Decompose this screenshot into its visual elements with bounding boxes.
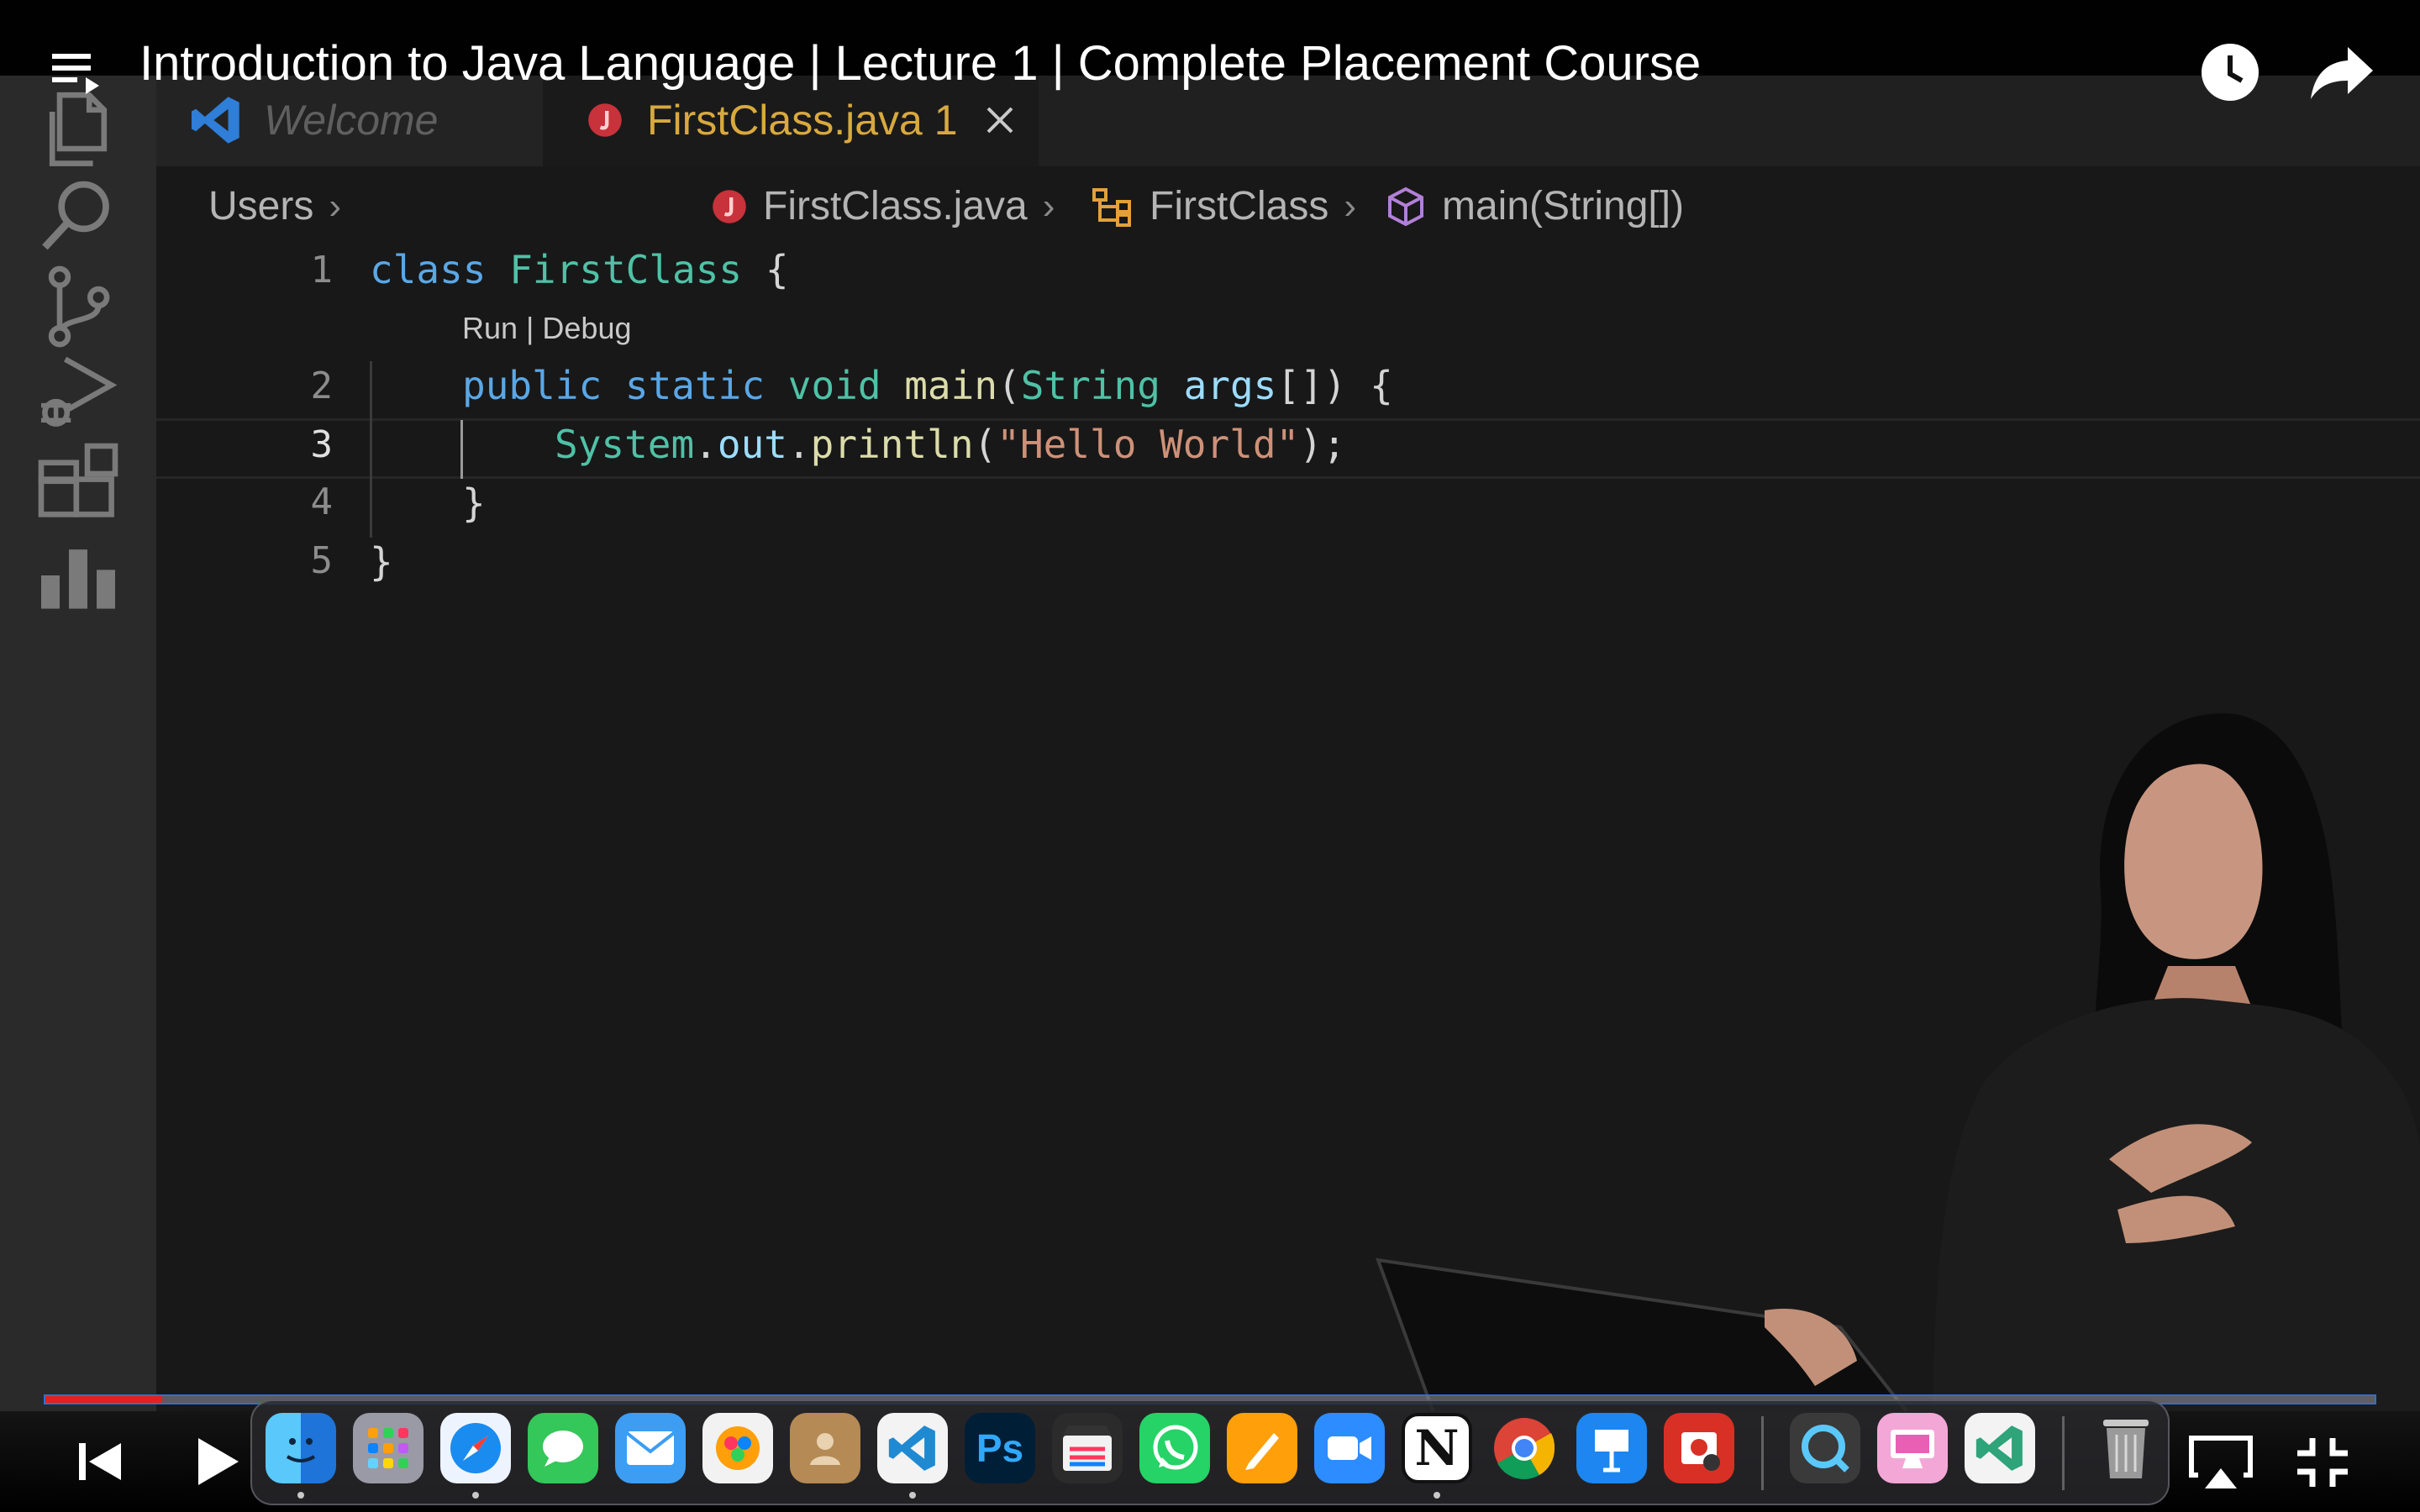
paren: (	[973, 422, 997, 467]
safari-icon[interactable]	[440, 1413, 511, 1483]
pixelmator-icon[interactable]	[702, 1413, 773, 1483]
video-frame[interactable]: Welcome FirstClass.java 1 Users › FirstC…	[0, 0, 2420, 1512]
share-icon[interactable]	[2309, 42, 2375, 102]
trash-icon[interactable]	[2091, 1413, 2161, 1483]
whatsapp-icon[interactable]	[1139, 1413, 1210, 1483]
vscode-icon[interactable]	[1965, 1413, 2035, 1483]
dot: .	[694, 422, 718, 467]
breadcrumb-file[interactable]: FirstClass.java ›	[711, 183, 1055, 229]
type-name: String	[1020, 363, 1160, 408]
vscode-icon[interactable]	[877, 1413, 948, 1483]
brace: {	[765, 247, 789, 292]
video-title: Introduction to Java Language | Lecture …	[139, 36, 1702, 91]
keynote-icon[interactable]	[1576, 1413, 1647, 1483]
field-ref: out	[717, 422, 787, 467]
clock-icon[interactable]	[2200, 42, 2260, 102]
chevron-right-icon: ›	[329, 185, 341, 227]
activity-bar	[0, 67, 156, 1445]
breadcrumb-method-label: main(String[])	[1442, 184, 1685, 228]
breadcrumb-folder-label: Users	[208, 184, 314, 228]
chrome-icon[interactable]	[1489, 1413, 1560, 1483]
photo-booth-icon[interactable]	[1664, 1413, 1734, 1483]
method-cube-icon	[1388, 186, 1423, 226]
mail-icon[interactable]	[615, 1413, 686, 1483]
notion-icon[interactable]: N	[1402, 1413, 1472, 1483]
search-icon	[32, 170, 124, 262]
pages-icon[interactable]	[1227, 1413, 1297, 1483]
finder-icon[interactable]	[266, 1413, 336, 1483]
string-literal: "Hello World"	[997, 422, 1300, 467]
tab-welcome-label: Welcome	[264, 97, 439, 144]
line-number: 4	[310, 480, 334, 523]
keyword: void	[787, 363, 881, 408]
breadcrumb-class-label: FirstClass	[1150, 184, 1329, 228]
keyword: public	[462, 363, 602, 408]
messages-icon[interactable]	[528, 1413, 598, 1483]
breadcrumb-file-label: FirstClass.java	[763, 184, 1028, 228]
code-punctuation: []) {	[1276, 363, 1393, 408]
code-punctuation: );	[1299, 422, 1346, 467]
line-number-active: 3	[310, 423, 334, 466]
exit-fullscreen-icon[interactable]	[2292, 1433, 2353, 1492]
tab-firstclass-label: FirstClass.java 1	[647, 97, 958, 144]
running-indicator	[909, 1492, 916, 1499]
code-line-2: public static void main(String args[]) {	[462, 363, 1393, 408]
close-tab-icon[interactable]	[983, 103, 1017, 137]
contacts-icon[interactable]	[790, 1413, 860, 1483]
macos-dock: Ps N	[250, 1399, 2170, 1505]
play-button[interactable]	[192, 1435, 242, 1488]
running-indicator	[297, 1492, 304, 1499]
photoshop-icon[interactable]: Ps	[965, 1413, 1035, 1483]
run-debug-codelens[interactable]: Run | Debug	[462, 311, 631, 346]
indent-guide-active	[460, 420, 463, 479]
paren: (	[997, 363, 1021, 408]
progress-bar-fill	[45, 1396, 162, 1403]
java-file-icon	[713, 189, 746, 223]
presenter-video	[1375, 713, 2420, 1445]
line-number: 2	[310, 365, 334, 407]
playlist-icon[interactable]	[49, 47, 103, 101]
dock-divider	[2062, 1416, 2065, 1490]
previous-button[interactable]	[76, 1438, 126, 1485]
code-line-3: System.out.println("Hello World");	[555, 422, 1346, 467]
method-name: main	[904, 363, 998, 408]
indent-guide	[370, 361, 372, 538]
airplay-icon[interactable]	[2188, 1433, 2254, 1492]
code-line-5: }	[370, 539, 393, 585]
method-call: println	[810, 422, 974, 467]
code-line-4: }	[462, 480, 486, 526]
code-line-1: class FirstClass {	[370, 247, 789, 292]
chevron-right-icon: ›	[1344, 185, 1356, 227]
final-cut-pro-icon[interactable]	[1052, 1413, 1123, 1483]
class-ref: System	[555, 422, 695, 467]
line-number: 5	[310, 539, 334, 582]
launchpad-icon[interactable]	[353, 1413, 424, 1483]
breadcrumb: Users › FirstClass.java › FirstClass › m…	[156, 166, 2420, 250]
vscode-logo-icon	[191, 97, 239, 144]
breadcrumb-class[interactable]: FirstClass ›	[1091, 183, 1356, 229]
cleanmymac-icon[interactable]	[1877, 1413, 1948, 1483]
param-name: args	[1183, 363, 1277, 408]
chevron-right-icon: ›	[1042, 185, 1055, 227]
dot: .	[786, 422, 811, 467]
zoom-icon[interactable]	[1314, 1413, 1385, 1483]
class-name: FirstClass	[509, 247, 743, 292]
extensions-icon	[32, 437, 124, 529]
running-indicator	[1434, 1492, 1440, 1499]
keyword: class	[370, 247, 487, 292]
java-file-icon	[588, 103, 622, 137]
breadcrumb-folder[interactable]: Users ›	[208, 183, 341, 229]
run-debug-icon	[32, 344, 124, 437]
breadcrumb-method[interactable]: main(String[])	[1385, 183, 1684, 229]
stats-icon	[32, 529, 124, 622]
quicktime-icon[interactable]	[1790, 1413, 1860, 1483]
class-symbol-icon	[1092, 187, 1131, 227]
dock-divider	[1761, 1416, 1764, 1490]
line-number: 1	[310, 249, 334, 291]
source-control-icon	[32, 260, 124, 353]
running-indicator	[472, 1492, 479, 1499]
keyword: static	[624, 363, 765, 408]
